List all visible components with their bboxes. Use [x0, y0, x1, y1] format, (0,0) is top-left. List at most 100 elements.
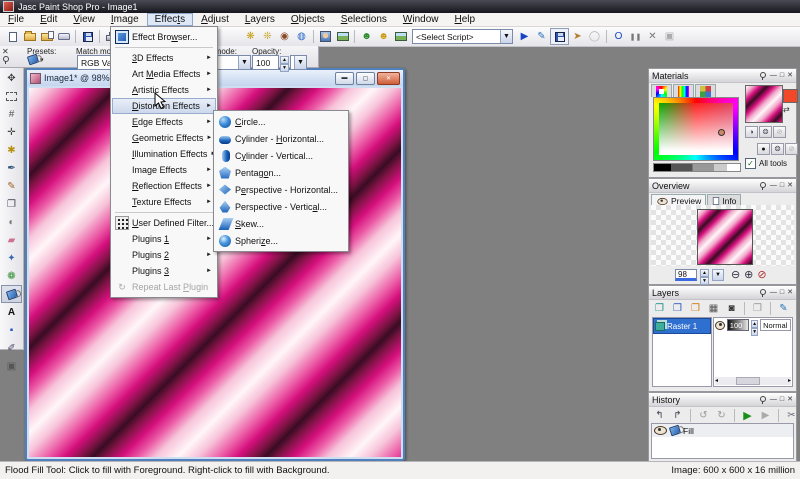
submenu-item-pentagon[interactable]: Pentagon... — [215, 164, 347, 181]
layer-row[interactable]: Raster 1 — [653, 318, 711, 334]
menu-item-image-effects[interactable]: Image Effects► — [112, 162, 216, 178]
panel-minimize-icon[interactable]: — — [770, 182, 777, 190]
menu-item-geometric-effects[interactable]: Geometric Effects► — [112, 130, 216, 146]
submenu-item-perspective-vertical[interactable]: Perspective - Vertical... — [215, 198, 347, 215]
all-tools-checkbox[interactable]: ✓ — [745, 158, 756, 169]
menu-item-3d-effects[interactable]: 3D Effects► — [112, 50, 216, 66]
menu-item-reflection-effects[interactable]: Reflection Effects► — [112, 178, 216, 194]
scroll-left-icon[interactable]: ◂ — [715, 377, 718, 385]
chevron-down-icon[interactable]: ▼ — [500, 30, 512, 43]
redo-all-icon[interactable]: ↻ — [713, 408, 730, 423]
swap-materials-icon[interactable]: ⇄ — [783, 105, 790, 114]
materials-tab-swatches[interactable] — [695, 84, 716, 97]
submenu-item-spherize[interactable]: Spherize... — [215, 232, 347, 249]
opacity-slider-button[interactable]: ▼ — [290, 55, 307, 70]
red-eye-removal-icon[interactable]: ◉ — [276, 29, 293, 44]
spin-down-icon[interactable]: ▼ — [280, 64, 289, 72]
layer-opacity-slider[interactable]: 100 — [727, 319, 749, 331]
submenu-item-circle[interactable]: Circle... — [215, 113, 347, 130]
crop-tool[interactable]: # — [1, 105, 22, 123]
paint-brush-tool[interactable]: ✎ — [1, 177, 22, 195]
record-script-icon[interactable]: O — [610, 29, 627, 44]
cancel-script-icon[interactable]: ✕ — [644, 29, 661, 44]
airbrush-tool[interactable]: ✦ — [1, 249, 22, 267]
select-script-dropdown[interactable]: <Select Script> ▼ — [412, 29, 513, 44]
layers-horizontal-scrollbar[interactable]: ◂ ▸ — [715, 377, 791, 385]
menu-image[interactable]: Image — [103, 13, 147, 26]
save-script-icon[interactable] — [550, 28, 569, 45]
picture-frame-icon[interactable] — [334, 29, 351, 44]
hue-ring[interactable] — [653, 97, 739, 161]
browse-images-icon[interactable] — [38, 29, 55, 44]
stop-script-icon[interactable]: ◯ — [586, 29, 603, 44]
chevron-down-icon[interactable]: ▼ — [712, 269, 724, 281]
pause-script-icon[interactable]: ❚❚ — [627, 29, 644, 44]
panel-close-icon[interactable]: ✕ — [787, 72, 793, 80]
history-panel-title-bar[interactable]: History —□✕ — [649, 393, 796, 407]
magic-wand-tool[interactable]: ✱ — [1, 141, 22, 159]
panel-close-icon[interactable]: ✕ — [787, 182, 793, 190]
prune-history-icon[interactable]: ✂ — [783, 408, 800, 423]
menu-item-repeat-last-plugin[interactable]: ↻Repeat Last Plugin — [112, 279, 216, 295]
new-mask-layer-icon[interactable]: ◙ — [723, 301, 740, 316]
layers-panel-title-bar[interactable]: Layers —□✕ — [649, 286, 796, 300]
materials-tab-frame[interactable] — [651, 84, 672, 97]
history-entry[interactable]: Fill — [652, 424, 793, 437]
script-output-icon[interactable]: ➤ — [569, 29, 586, 44]
eraser-tool[interactable]: ▰ — [1, 231, 22, 249]
saturation-box[interactable] — [659, 103, 733, 155]
makeover-icon[interactable]: ◍ — [293, 29, 310, 44]
photo-enhance-icon[interactable]: ❊ — [259, 29, 276, 44]
scroll-right-icon[interactable]: ▸ — [788, 377, 791, 385]
dropper-tool[interactable]: ✒ — [1, 159, 22, 177]
panel-pin-icon[interactable] — [759, 396, 767, 404]
menu-file[interactable]: File — [0, 13, 32, 26]
spin-up-icon[interactable]: ▲ — [280, 56, 289, 64]
menu-view[interactable]: View — [65, 13, 103, 26]
palette-pin-icon[interactable] — [2, 56, 10, 64]
panel-maximize-icon[interactable]: □ — [780, 72, 784, 80]
opacity-stepper[interactable]: ▲▼ — [280, 56, 289, 69]
apply-step-icon[interactable]: ▶ — [739, 408, 756, 423]
window-maximize-icon[interactable]: ▢ — [356, 72, 375, 85]
materials-panel-title-bar[interactable]: Materials —□✕ — [649, 69, 796, 83]
new-image-icon[interactable] — [4, 29, 21, 44]
spin-down-icon[interactable]: ▼ — [751, 328, 758, 336]
foreground-material-swatch[interactable] — [745, 85, 783, 123]
text-tool[interactable]: A — [1, 303, 22, 321]
panel-minimize-icon[interactable]: — — [770, 396, 777, 404]
twain-acquire-icon[interactable] — [55, 29, 72, 44]
menu-item-illumination-effects[interactable]: Illumination Effects► — [112, 146, 216, 162]
presets-dropdown[interactable]: ▾ — [28, 55, 44, 64]
edit-script-icon[interactable]: ✎ — [533, 29, 550, 44]
new-raster-layer-icon[interactable]: ❐ — [651, 301, 668, 316]
layer-blend-mode-dropdown[interactable]: Normal — [760, 319, 791, 331]
spin-down-icon[interactable]: ▼ — [700, 277, 709, 285]
background-style-icon[interactable]: ● — [757, 143, 770, 155]
grayscale-strip[interactable] — [653, 163, 741, 172]
move-tool[interactable]: ✛ — [1, 123, 22, 141]
menu-item-plugins-3[interactable]: Plugins 3► — [112, 263, 216, 279]
pen-tool[interactable]: ✐ — [1, 339, 22, 357]
menu-item-plugins-1[interactable]: Plugins 1► — [112, 231, 216, 247]
undo-icon[interactable]: ↰ — [651, 408, 668, 423]
background-texture-icon[interactable]: ❂ — [771, 143, 784, 155]
panel-close-icon[interactable]: ✕ — [787, 396, 793, 404]
layer-opacity-stepper[interactable]: ▲▼ — [751, 320, 758, 330]
spin-up-icon[interactable]: ▲ — [751, 320, 758, 328]
foreground-texture-icon[interactable]: ❂ — [759, 126, 772, 138]
apply-all-icon[interactable]: ▶ — [757, 408, 774, 423]
script-state-icon[interactable]: ▣ — [661, 29, 678, 44]
open-image-icon[interactable] — [21, 29, 38, 44]
menu-adjust[interactable]: Adjust — [193, 13, 237, 26]
clone-brush-tool[interactable]: ❐ — [1, 195, 22, 213]
edit-selection-icon[interactable]: ✎ — [775, 301, 792, 316]
all-tools-option[interactable]: ✓ All tools — [745, 158, 787, 169]
opacity-input[interactable]: 100 — [252, 55, 279, 70]
foreground-transparent-icon[interactable]: ⊘ — [773, 126, 786, 138]
panel-minimize-icon[interactable]: — — [770, 72, 777, 80]
color-marker[interactable] — [718, 129, 725, 136]
menu-item-effect-browser[interactable]: Effect Browser... — [112, 29, 216, 45]
menu-layers[interactable]: Layers — [237, 13, 283, 26]
submenu-item-cylinder-horizontal[interactable]: Cylinder - Horizontal... — [215, 130, 347, 147]
